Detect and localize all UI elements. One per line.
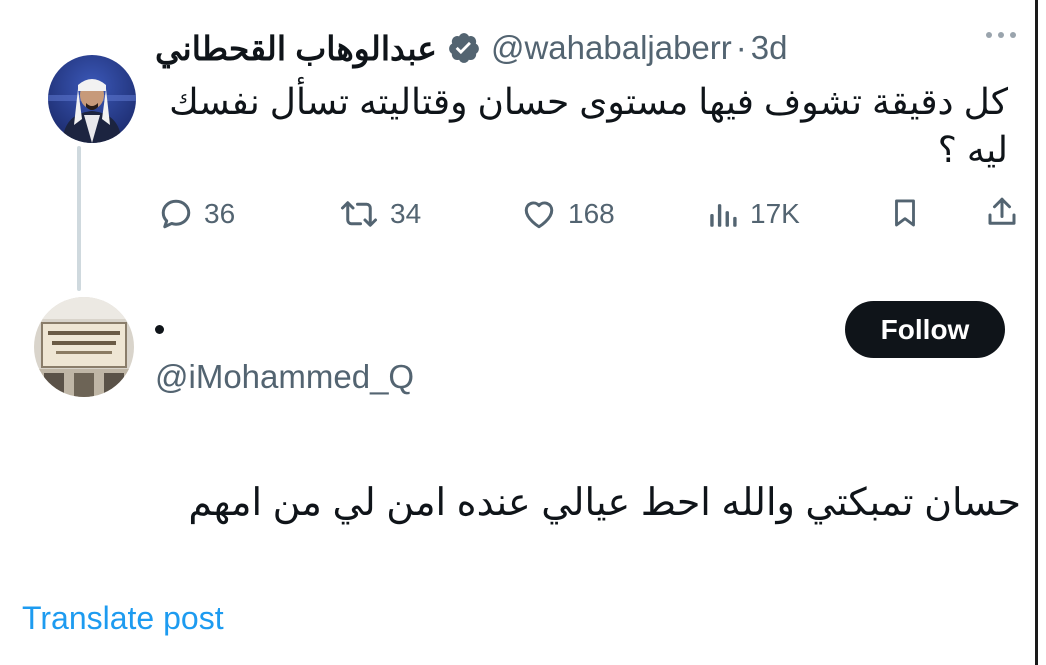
separator-dot: · — [735, 29, 747, 66]
repost-button[interactable]: 34 — [338, 196, 421, 232]
tweet-screenshot: عبدالوهاب القحطاني @wahabaljaberr · 3d ك… — [0, 0, 1046, 665]
bookmark-icon — [895, 199, 915, 227]
share-icon — [988, 197, 1016, 225]
views-icon — [710, 204, 737, 227]
like-button[interactable]: 168 — [520, 196, 615, 232]
reply-text: حسان تمبكتي والله احط عيالي عنده امن لي … — [188, 482, 1021, 524]
author-handle-time: @wahabaljaberr · 3d — [491, 29, 788, 67]
avatar[interactable] — [48, 55, 136, 143]
view-count: 17K — [750, 198, 800, 229]
timestamp[interactable]: 3d — [751, 29, 788, 67]
heart-icon — [524, 201, 554, 229]
author-handle[interactable]: @wahabaljaberr — [491, 29, 732, 67]
tweet-actions: 36 34 168 17K — [158, 190, 1028, 240]
more-icon[interactable] — [986, 32, 1016, 38]
tweet-header: عبدالوهاب القحطاني @wahabaljaberr · 3d — [155, 28, 1006, 68]
share-button[interactable] — [984, 192, 1020, 232]
thread-connector — [77, 146, 81, 291]
like-count: 168 — [568, 198, 615, 229]
reply-button[interactable]: 36 — [158, 196, 235, 232]
screen-edge — [1035, 0, 1038, 665]
reply-author-name — [155, 325, 164, 334]
reply-icon — [161, 199, 191, 229]
tweet-text-line-2: ليه ؟ — [937, 129, 1008, 170]
follow-button[interactable]: Follow — [845, 301, 1005, 358]
author-name[interactable]: عبدالوهاب القحطاني — [155, 29, 437, 68]
verified-badge-icon — [447, 31, 481, 65]
reply-author-handle[interactable]: @iMohammed_Q — [155, 358, 414, 396]
translate-post-link[interactable]: Translate post — [22, 600, 224, 637]
repost-count: 34 — [390, 198, 422, 229]
bookmark-button[interactable] — [888, 194, 922, 232]
repost-icon — [341, 201, 377, 227]
views-button[interactable]: 17K — [706, 196, 800, 232]
reply-count: 36 — [204, 198, 236, 229]
tweet-text-line-1: كل دقيقة تشوف فيها مستوى حسان وقتاليته ت… — [169, 81, 1008, 122]
reply-avatar[interactable] — [34, 297, 134, 397]
tweet-text: كل دقيقة تشوف فيها مستوى حسان وقتاليته ت… — [148, 78, 1008, 174]
